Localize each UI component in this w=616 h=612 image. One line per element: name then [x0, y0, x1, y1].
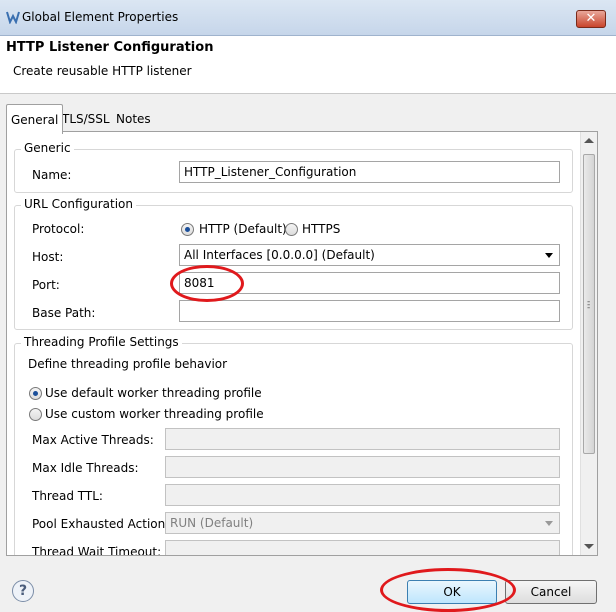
custom-threading-label[interactable]: Use custom worker threading profile: [45, 407, 264, 421]
protocol-label: Protocol:: [32, 222, 85, 236]
scroll-up-arrow-icon[interactable]: [584, 138, 594, 143]
thread-wait-timeout-label: Thread Wait Timeout:: [32, 545, 162, 556]
base-path-label: Base Path:: [32, 306, 96, 320]
url-configuration-group: URL Configuration Protocol: HTTP (Defaul…: [14, 197, 573, 330]
vertical-scrollbar[interactable]: - - -: [580, 132, 597, 555]
max-idle-threads-input[interactable]: [165, 456, 560, 478]
max-active-threads-input[interactable]: [165, 428, 560, 450]
protocol-https-radio[interactable]: [285, 223, 298, 236]
thread-wait-timeout-input[interactable]: [165, 540, 560, 555]
max-active-threads-label: Max Active Threads:: [32, 433, 154, 447]
window-title: Global Element Properties: [22, 10, 179, 24]
max-idle-threads-label: Max Idle Threads:: [32, 461, 139, 475]
protocol-http-label[interactable]: HTTP (Default): [199, 222, 287, 236]
threading-profile-group-label: Threading Profile Settings: [21, 335, 182, 349]
chevron-down-icon[interactable]: [545, 253, 553, 258]
thread-ttl-input[interactable]: [165, 484, 560, 506]
title-bar: Global Element Properties ✕: [0, 0, 616, 36]
close-button[interactable]: ✕: [576, 10, 606, 28]
general-panel: Generic Name: HTTP_Listener_Configuratio…: [6, 131, 598, 556]
app-icon: [6, 11, 20, 24]
url-configuration-group-label: URL Configuration: [21, 197, 137, 211]
cancel-button[interactable]: Cancel: [505, 580, 597, 604]
grip-icon: - - -: [587, 297, 591, 313]
port-input[interactable]: 8081: [179, 272, 560, 294]
chevron-down-icon[interactable]: [545, 521, 553, 526]
dialog-description: Create reusable HTTP listener: [13, 64, 192, 78]
dialog-button-bar: ? OK Cancel: [0, 562, 616, 612]
ok-button[interactable]: OK: [407, 580, 497, 604]
port-label: Port:: [32, 278, 60, 292]
generic-group: Generic Name: HTTP_Listener_Configuratio…: [14, 141, 573, 193]
protocol-https-label[interactable]: HTTPS: [302, 222, 340, 236]
host-select[interactable]: All Interfaces [0.0.0.0] (Default): [179, 244, 560, 266]
tab-bar: General TLS/SSL Notes: [6, 104, 610, 134]
host-select-value: All Interfaces [0.0.0.0] (Default): [184, 248, 375, 262]
protocol-http-radio[interactable]: [181, 223, 194, 236]
base-path-input[interactable]: [179, 300, 560, 322]
custom-threading-radio[interactable]: [29, 408, 42, 421]
tab-notes[interactable]: Notes: [112, 104, 155, 132]
tab-tls-ssl[interactable]: TLS/SSL: [58, 104, 114, 132]
name-input[interactable]: HTTP_Listener_Configuration: [179, 161, 560, 183]
scroll-down-arrow-icon[interactable]: [584, 544, 594, 549]
threading-description: Define threading profile behavior: [28, 357, 228, 371]
pool-exhausted-action-value: RUN (Default): [170, 516, 254, 530]
generic-group-label: Generic: [21, 141, 74, 155]
threading-profile-group: Threading Profile Settings Define thread…: [14, 335, 573, 556]
pool-exhausted-action-select[interactable]: RUN (Default): [165, 512, 560, 534]
pool-exhausted-action-label: Pool Exhausted Action:: [32, 517, 170, 531]
default-threading-radio[interactable]: [29, 387, 42, 400]
dialog-title: HTTP Listener Configuration: [6, 40, 214, 55]
thread-ttl-label: Thread TTL:: [32, 489, 103, 503]
host-label: Host:: [32, 250, 64, 264]
default-threading-label[interactable]: Use default worker threading profile: [45, 386, 262, 400]
help-icon[interactable]: ?: [12, 580, 34, 602]
tab-general[interactable]: General: [6, 104, 64, 134]
name-label: Name:: [32, 168, 72, 182]
dialog-header: HTTP Listener Configuration Create reusa…: [0, 36, 616, 94]
scroll-thumb[interactable]: - - -: [583, 154, 595, 454]
